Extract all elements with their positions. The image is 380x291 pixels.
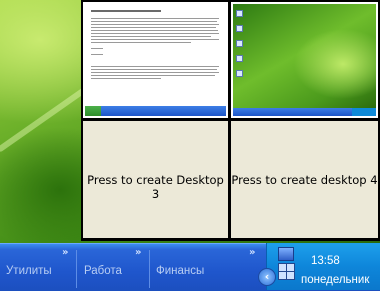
toolbar-work[interactable]: Работа — [78, 259, 122, 283]
system-tray: ‹ 13:58 понедельник — [258, 243, 380, 290]
toolbar-finance-chevron-icon[interactable]: » — [249, 247, 255, 258]
desktop-pager: Press to create Desktop 3 Press to creat… — [81, 0, 380, 241]
doc-line — [91, 75, 215, 76]
thumbnail-start-button — [85, 106, 101, 116]
create-desktop-4-button[interactable]: Press to create desktop 4 — [231, 121, 378, 238]
grid-cell — [286, 271, 295, 280]
desktop-2-thumbnail[interactable] — [231, 2, 378, 118]
thumbnail-taskbar — [233, 108, 376, 116]
desktop-icon — [236, 70, 243, 77]
doc-line — [91, 21, 217, 22]
clock-time[interactable]: 13:58 — [311, 255, 340, 267]
document-window-preview — [87, 6, 224, 102]
desktop-icons — [236, 10, 243, 85]
create-desktop-3-label: Press to create Desktop 3 — [87, 173, 224, 201]
clock-day: понедельник — [301, 274, 370, 286]
desktop-icon — [236, 40, 243, 47]
chevron-left-icon[interactable]: ‹ — [258, 268, 276, 286]
doc-line — [91, 69, 217, 70]
desktop-icon — [236, 10, 243, 17]
doc-line — [91, 36, 211, 37]
toolbar-utilities[interactable]: Утилиты — [0, 259, 52, 283]
toolbar-finance[interactable]: Финансы — [150, 259, 204, 283]
doc-line — [91, 72, 219, 73]
doc-line — [91, 18, 219, 19]
toolbar-work-chevron-icon[interactable]: » — [135, 247, 141, 258]
doc-heading-line — [91, 10, 161, 12]
desktop-icon — [236, 55, 243, 62]
doc-line — [91, 42, 191, 43]
network-monitor-icon[interactable] — [278, 247, 294, 261]
thumbnail-taskbar — [85, 106, 226, 116]
desktop-icon — [236, 25, 243, 32]
virtual-desktops-icon[interactable] — [278, 263, 295, 280]
toolbar-separator — [76, 250, 77, 288]
doc-line — [91, 24, 219, 25]
thumbnail-tray — [352, 108, 376, 116]
doc-line — [91, 27, 216, 28]
doc-line — [91, 30, 218, 31]
desktop-2-wallpaper — [233, 4, 376, 116]
doc-line — [91, 54, 103, 55]
create-desktop-3-button[interactable]: Press to create Desktop 3 — [83, 121, 228, 238]
create-desktop-4-label: Press to create desktop 4 — [231, 173, 378, 187]
doc-line — [91, 78, 161, 79]
doc-line — [91, 66, 219, 67]
desktop-1-thumbnail[interactable] — [83, 2, 228, 118]
doc-line — [91, 48, 103, 49]
doc-line — [91, 39, 219, 40]
toolbar-utilities-chevron-icon[interactable]: » — [62, 247, 68, 258]
doc-line — [91, 33, 219, 34]
